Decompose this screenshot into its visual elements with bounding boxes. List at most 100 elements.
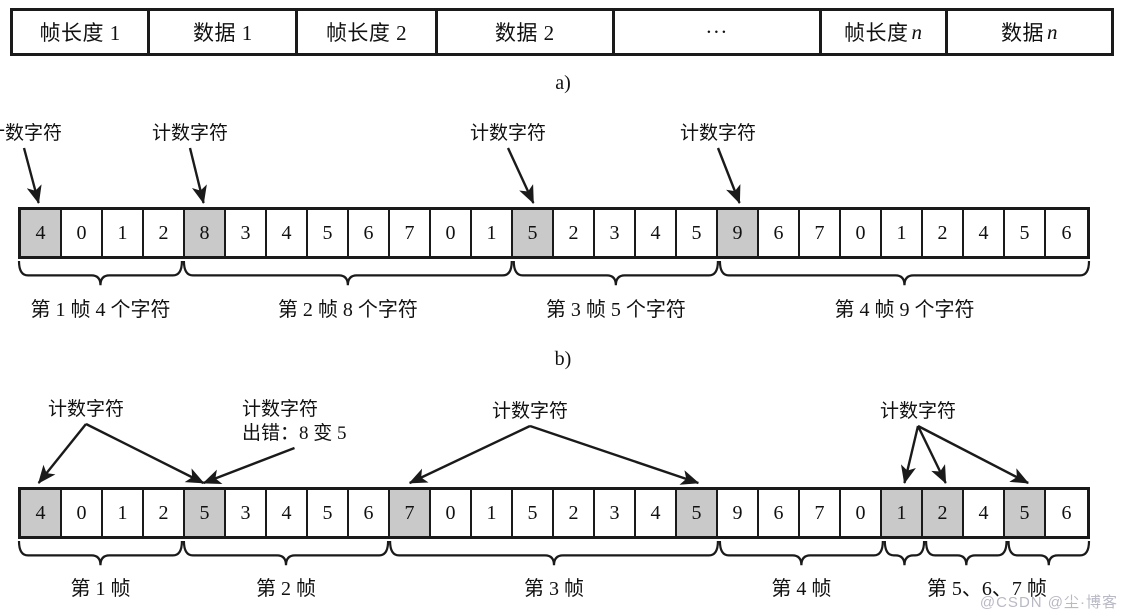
byte-cell: 0 bbox=[62, 490, 103, 536]
byte-cell: 0 bbox=[841, 210, 882, 256]
annotation-error-text: 出错：8 变 5 bbox=[242, 422, 347, 444]
byte-cell-count: 8 bbox=[185, 210, 226, 256]
byte-cell: 9 bbox=[718, 490, 759, 536]
byte-cell: 4 bbox=[636, 210, 677, 256]
byte-cell-count: 7 bbox=[390, 490, 431, 536]
byte-cell-count: 5 bbox=[513, 210, 554, 256]
byte-cell: 0 bbox=[841, 490, 882, 536]
frame-group-caption: 第 1 帧 4 个字符 bbox=[30, 299, 171, 321]
counter-char-annotation: 计数字符 bbox=[0, 122, 62, 146]
annotation-text: 计数字符 bbox=[152, 123, 229, 144]
byte-cell: 5 bbox=[308, 210, 349, 256]
format-cell-index: n bbox=[911, 19, 923, 44]
format-cell-label: 帧长度 2 bbox=[325, 21, 408, 45]
annotation-arrow bbox=[408, 424, 531, 485]
frame-group-caption: 第 4 帧 9 个字符 bbox=[834, 299, 975, 321]
annotation-text: 计数字符 bbox=[48, 399, 125, 420]
byte-cell: 6 bbox=[349, 210, 390, 256]
format-cell-index: n bbox=[1046, 19, 1058, 44]
byte-cell-count: 2 bbox=[923, 490, 964, 536]
annotation-text: 计数字符 bbox=[680, 123, 757, 144]
annotation-arrow bbox=[917, 424, 1030, 485]
byte-cell: 4 bbox=[964, 210, 1005, 256]
counter-char-annotation: 计数字符 bbox=[152, 122, 228, 146]
byte-cell: 4 bbox=[267, 490, 308, 536]
group-brace bbox=[718, 540, 884, 566]
group-brace bbox=[182, 260, 513, 286]
byte-cell: 4 bbox=[964, 490, 1005, 536]
byte-cell: 1 bbox=[103, 210, 144, 256]
format-cell: 数据 n bbox=[948, 11, 1111, 53]
format-cell: 帧长度 n bbox=[822, 11, 948, 53]
byte-cell: 2 bbox=[554, 210, 595, 256]
counter-char-annotation: 计数字符 出错：8 变 5 bbox=[242, 398, 347, 446]
counter-char-annotation: 计数字符 bbox=[48, 398, 124, 422]
byte-cell-count: 1 bbox=[882, 490, 923, 536]
annotation-arrow bbox=[188, 147, 207, 204]
byte-cell-count: 4 bbox=[21, 210, 62, 256]
section-a-label: a) bbox=[555, 72, 571, 94]
group-brace bbox=[182, 540, 390, 566]
group-brace bbox=[512, 260, 720, 286]
byte-cell: 7 bbox=[800, 490, 841, 536]
byte-cell: 0 bbox=[431, 210, 472, 256]
annotation-arrow bbox=[202, 446, 295, 485]
format-cell: 帧长度 2 bbox=[298, 11, 438, 53]
byte-cell: 7 bbox=[390, 210, 431, 256]
format-cell-label: 数据 1 bbox=[192, 21, 253, 45]
byte-strip-correct: 40128345670152345967012456 bbox=[18, 207, 1090, 259]
annotation-arrow bbox=[22, 147, 42, 204]
annotation-text: 计数字符 bbox=[880, 401, 957, 422]
group-brace bbox=[17, 540, 184, 566]
format-cell-label: 数据 2 bbox=[494, 21, 555, 45]
group-brace bbox=[718, 260, 1091, 286]
frame-format-table: 帧长度 1 数据 1 帧长度 2 数据 2 ··· 帧长度 n 数据 n bbox=[10, 8, 1114, 56]
frame-group-caption: 第 1 帧 bbox=[70, 578, 131, 600]
format-cell: 帧长度 1 bbox=[13, 11, 151, 53]
counter-char-annotation: 计数字符 bbox=[470, 122, 546, 146]
byte-cell-count: 4 bbox=[21, 490, 62, 536]
frame-group-caption: 第 2 帧 8 个字符 bbox=[277, 299, 418, 321]
group-brace bbox=[388, 540, 720, 566]
byte-cell: 3 bbox=[226, 490, 267, 536]
byte-cell: 0 bbox=[62, 210, 103, 256]
format-cell-label: ··· bbox=[705, 19, 728, 44]
byte-cell: 2 bbox=[144, 210, 185, 256]
frame-group-caption: 第 2 帧 bbox=[255, 578, 316, 600]
annotation-arrow bbox=[85, 422, 205, 485]
byte-cell: 4 bbox=[636, 490, 677, 536]
byte-cell: 5 bbox=[677, 210, 718, 256]
byte-cell: 1 bbox=[472, 210, 513, 256]
annotation-arrow bbox=[506, 147, 535, 204]
annotation-text: 计数字符 bbox=[470, 123, 547, 144]
group-brace bbox=[17, 260, 184, 286]
byte-cell: 5 bbox=[513, 490, 554, 536]
byte-cell: 1 bbox=[882, 210, 923, 256]
byte-cell: 6 bbox=[349, 490, 390, 536]
counter-char-annotation: 计数字符 bbox=[492, 400, 568, 424]
annotation-arrow bbox=[916, 425, 947, 484]
byte-cell: 0 bbox=[431, 490, 472, 536]
group-brace bbox=[1007, 540, 1091, 566]
byte-cell: 4 bbox=[267, 210, 308, 256]
frame-group-caption: 第 3 帧 bbox=[523, 578, 584, 600]
annotation-text: 计数字符 bbox=[242, 399, 319, 420]
byte-cell: 6 bbox=[1046, 210, 1087, 256]
frame-group-caption: 第 3 帧 5 个字符 bbox=[545, 299, 686, 321]
byte-cell: 3 bbox=[595, 210, 636, 256]
format-cell-label: 数据 bbox=[1000, 21, 1044, 45]
byte-cell: 2 bbox=[144, 490, 185, 536]
byte-cell: 1 bbox=[472, 490, 513, 536]
byte-cell-count: 5 bbox=[1005, 490, 1046, 536]
counter-char-annotation: 计数字符 bbox=[880, 400, 956, 424]
byte-cell: 5 bbox=[1005, 210, 1046, 256]
byte-cell: 6 bbox=[759, 490, 800, 536]
byte-cell: 5 bbox=[308, 490, 349, 536]
byte-cell-count: 5 bbox=[677, 490, 718, 536]
format-cell-label: 帧长度 bbox=[844, 21, 909, 45]
annotation-text: 计数字符 bbox=[0, 123, 63, 144]
format-cell: 数据 1 bbox=[150, 11, 299, 53]
byte-cell-count: 5 bbox=[185, 490, 226, 536]
byte-cell: 3 bbox=[595, 490, 636, 536]
byte-cell: 2 bbox=[554, 490, 595, 536]
